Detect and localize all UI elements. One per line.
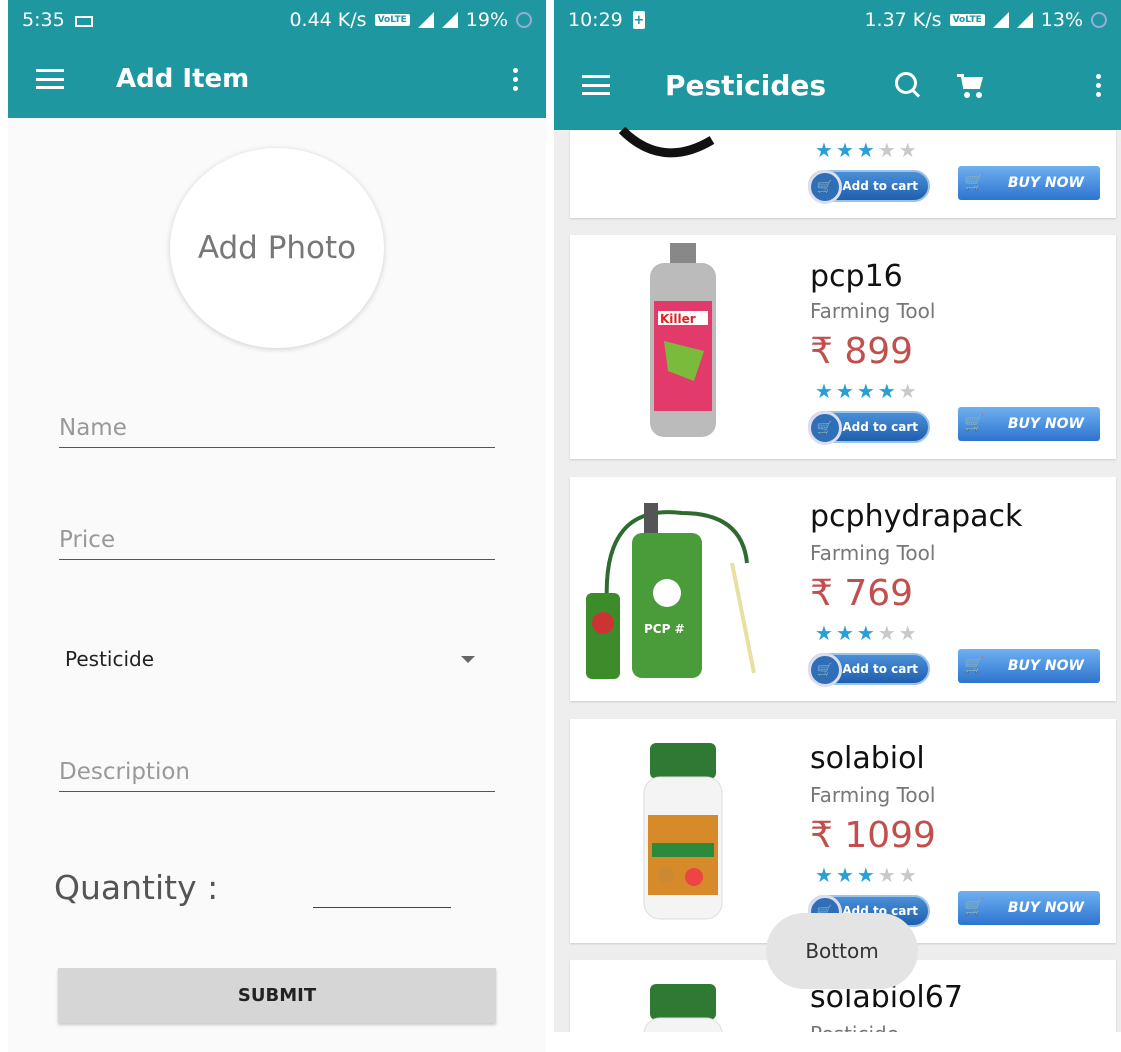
add-to-cart-button[interactable]: 🛒 Add to cart — [808, 170, 930, 204]
network-speed: 1.37 K/s — [864, 9, 942, 31]
description-field — [59, 752, 495, 792]
svg-text:PCP #: PCP # — [644, 622, 685, 636]
cart-icon: 🛒 — [964, 172, 984, 191]
battery-percent: 13% — [1040, 9, 1083, 31]
name-input[interactable] — [59, 408, 495, 447]
product-image — [618, 126, 715, 158]
battery-icon — [1091, 12, 1107, 28]
menu-icon[interactable] — [36, 69, 64, 89]
price-field — [59, 520, 495, 560]
product-name: pcp16 — [810, 259, 903, 294]
buy-now-button[interactable]: 🛒 BUY NOW — [958, 649, 1100, 683]
price-input[interactable] — [59, 520, 495, 559]
battery-icon — [516, 12, 532, 28]
add-to-cart-label: Add to cart — [842, 662, 918, 676]
product-price: ₹ 899 — [810, 331, 914, 372]
quantity-label: Quantity : — [54, 868, 219, 907]
product-category: Farming Tool — [810, 541, 936, 565]
search-icon[interactable] — [895, 72, 921, 98]
product-category: Farming Tool — [810, 783, 936, 807]
cart-icon: 🛒 — [964, 897, 984, 916]
buy-now-button[interactable]: 🛒 BUY NOW — [958, 891, 1100, 925]
category-select[interactable]: Pesticide — [59, 638, 495, 680]
signal-icon-2 — [441, 12, 458, 28]
product-name: pcphydrapack — [810, 499, 1023, 534]
description-input[interactable] — [59, 752, 495, 791]
product-image — [643, 984, 723, 1032]
add-to-cart-button[interactable]: 🛒 Add to cart — [808, 653, 930, 687]
network-speed: 0.44 K/s — [289, 9, 367, 31]
category-value: Pesticide — [65, 647, 155, 671]
add-item-screen: 5:35 0.44 K/s VoLTE 19% Add Item Add Pho… — [8, 0, 546, 1052]
app-bar: Add Item — [8, 40, 546, 118]
toast-message: Bottom — [766, 913, 918, 989]
product-price: ₹ 769 — [810, 573, 914, 614]
rating-stars: ★★★★★ — [815, 379, 920, 403]
add-to-cart-button[interactable]: 🛒 Add to cart — [808, 411, 930, 445]
add-to-cart-label: Add to cart — [842, 179, 918, 193]
add-photo-button[interactable]: Add Photo — [170, 148, 384, 348]
product-price: ₹ 1099 — [810, 815, 936, 856]
product-image: Killer — [650, 243, 716, 437]
buy-now-label: BUY NOW — [1007, 900, 1084, 916]
product-card[interactable]: Killer pcp16 Farming Tool ₹ 899 ★★★★★ 🛒 … — [570, 235, 1116, 459]
status-bar: 10:29 + 1.37 K/s VoLTE 13% — [554, 0, 1121, 40]
add-to-cart-label: Add to cart — [842, 420, 918, 434]
more-vert-icon[interactable] — [513, 67, 518, 91]
rating-stars: ★★★★★ — [815, 863, 920, 887]
more-vert-icon[interactable] — [1096, 73, 1101, 97]
product-card[interactable]: PCP # pcphydrapack Farming Tool ₹ 769 ★★… — [570, 477, 1116, 701]
signal-icon-2 — [1016, 12, 1033, 28]
cart-plus-icon: 🛒 — [808, 170, 842, 204]
buy-now-label: BUY NOW — [1007, 175, 1084, 191]
product-name: solabiol — [810, 741, 925, 776]
cart-icon: 🛒 — [964, 413, 984, 432]
product-card[interactable]: ★★★★★ 🛒 Add to cart 🛒 BUY NOW — [570, 126, 1116, 218]
status-time: 5:35 — [22, 9, 65, 31]
laptop-icon — [74, 15, 93, 27]
svg-text:Killer: Killer — [660, 312, 696, 326]
buy-now-label: BUY NOW — [1007, 658, 1084, 674]
dropdown-arrow-icon — [461, 655, 475, 663]
cart-icon: 🛒 — [964, 655, 984, 674]
buy-now-label: BUY NOW — [1007, 416, 1084, 432]
battery-saver-icon: + — [632, 11, 645, 29]
rating-stars: ★★★★★ — [815, 138, 920, 162]
buy-now-button[interactable]: 🛒 BUY NOW — [958, 407, 1100, 441]
name-field — [59, 408, 495, 448]
cart-plus-icon: 🛒 — [808, 411, 842, 445]
volte-icon: VoLTE — [949, 14, 985, 26]
pesticides-screen: 10:29 + 1.37 K/s VoLTE 13% Pesticides ★★… — [554, 0, 1121, 1032]
product-image — [643, 743, 723, 920]
page-title: Add Item — [116, 64, 250, 94]
quantity-input[interactable] — [313, 872, 451, 908]
product-image: PCP # — [586, 503, 756, 679]
status-time: 10:29 — [568, 9, 623, 31]
signal-icon — [417, 12, 434, 28]
status-bar: 5:35 0.44 K/s VoLTE 19% — [8, 0, 546, 40]
product-category: Farming Tool — [810, 299, 936, 323]
signal-icon — [992, 12, 1009, 28]
product-category: Pesticide — [810, 1022, 899, 1032]
cart-icon[interactable] — [957, 71, 985, 99]
cart-plus-icon: 🛒 — [808, 653, 842, 687]
volte-icon: VoLTE — [374, 14, 410, 26]
rating-stars: ★★★★★ — [815, 621, 920, 645]
buy-now-button[interactable]: 🛒 BUY NOW — [958, 166, 1100, 200]
battery-percent: 19% — [465, 9, 508, 31]
product-card[interactable]: solabiol Farming Tool ₹ 1099 ★★★★★ 🛒 Add… — [570, 719, 1116, 943]
submit-button[interactable]: SUBMIT — [58, 968, 496, 1023]
